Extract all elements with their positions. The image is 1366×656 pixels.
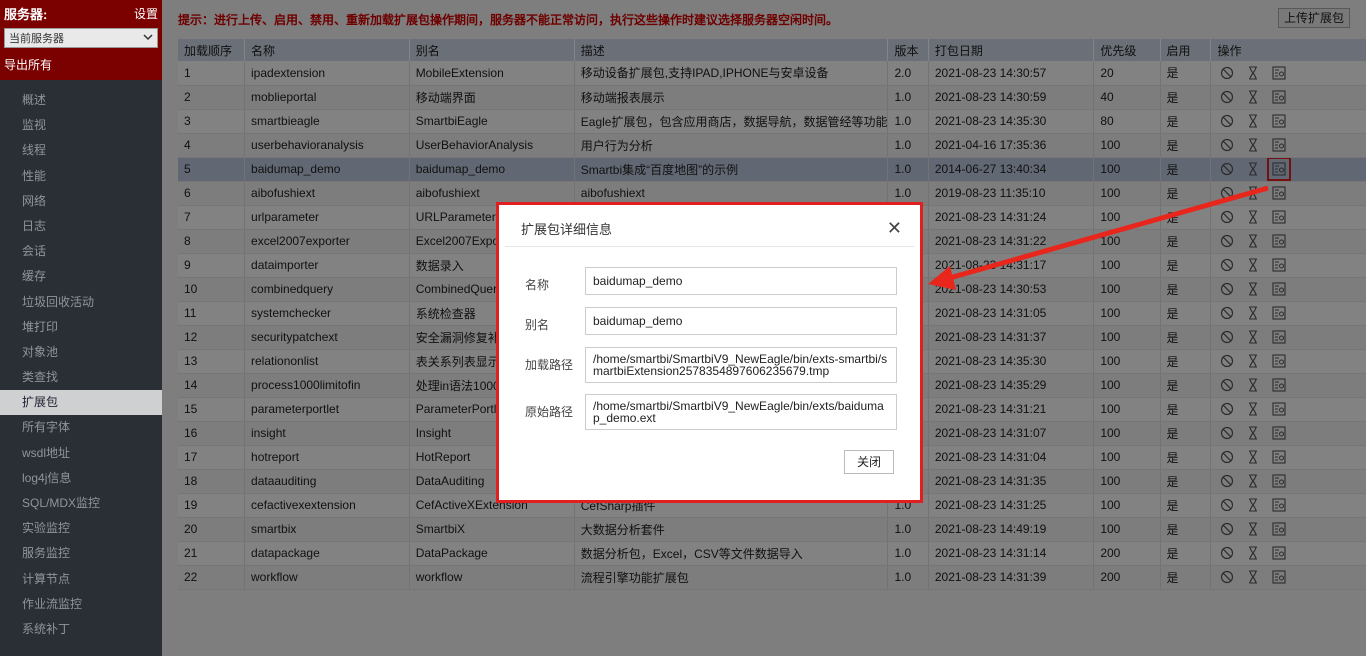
original-path-label: 原始路径 bbox=[525, 405, 574, 419]
name-label: 名称 bbox=[525, 278, 550, 292]
sidebar-item[interactable]: 扩展包 bbox=[0, 390, 162, 416]
sidebar-item[interactable]: 计算节点 bbox=[0, 567, 162, 592]
sidebar-item[interactable]: 概述 bbox=[0, 88, 162, 113]
load-path-field[interactable]: /home/smartbi/SmartbiV9_NewEagle/bin/ext… bbox=[585, 347, 897, 383]
extension-detail-dialog: 扩展包详细信息 ✕ 名称 baidumap_demo 别名 baidumap_d… bbox=[505, 211, 914, 494]
alias-field[interactable]: baidumap_demo bbox=[585, 307, 897, 335]
original-path-field[interactable]: /home/smartbi/SmartbiV9_NewEagle/bin/ext… bbox=[585, 394, 897, 430]
sidebar-item[interactable]: 类查找 bbox=[0, 365, 162, 390]
sidebar-item[interactable]: log4j信息 bbox=[0, 466, 162, 491]
load-path-label: 加载路径 bbox=[525, 358, 574, 372]
sidebar-item[interactable]: 所有字体 bbox=[0, 415, 162, 440]
close-icon[interactable]: ✕ bbox=[887, 218, 902, 239]
sidebar-item[interactable]: 日志 bbox=[0, 214, 162, 239]
sidebar-item[interactable]: 缓存 bbox=[0, 264, 162, 289]
dialog-title: 扩展包详细信息 bbox=[521, 222, 613, 237]
dialog-highlight-frame: 扩展包详细信息 ✕ 名称 baidumap_demo 别名 baidumap_d… bbox=[496, 202, 923, 503]
sidebar-item[interactable]: 作业流监控 bbox=[0, 592, 162, 617]
sidebar-item[interactable]: 监视 bbox=[0, 113, 162, 138]
sidebar-item[interactable]: 线程 bbox=[0, 138, 162, 163]
server-select[interactable]: 当前服务器 bbox=[4, 28, 158, 48]
sidebar-item[interactable]: 性能 bbox=[0, 164, 162, 189]
sidebar-item[interactable]: 垃圾回收活动 bbox=[0, 290, 162, 315]
sidebar-item[interactable]: 系统补丁 bbox=[0, 617, 162, 642]
settings-link[interactable]: 设置 bbox=[134, 5, 158, 22]
server-panel: 服务器: 设置 当前服务器 导出所有 bbox=[0, 0, 162, 80]
sidebar-item[interactable]: 实验监控 bbox=[0, 516, 162, 541]
alias-label: 别名 bbox=[525, 318, 550, 332]
chevron-down-icon bbox=[143, 32, 153, 45]
sidebar-item[interactable]: 堆打印 bbox=[0, 315, 162, 340]
server-title: 服务器: bbox=[4, 6, 48, 22]
sidebar-nav: 概述 监视 线程 性能 网络 日志 会话 缓存 垃圾回收活动 堆打印 对象池 类查找 扩展包 所有字体 ws… bbox=[0, 80, 162, 642]
sidebar-item[interactable]: wsdl地址 bbox=[0, 441, 162, 466]
server-select-value: 当前服务器 bbox=[9, 33, 64, 45]
export-all-link[interactable]: 导出所有 bbox=[4, 56, 158, 73]
sidebar-item[interactable]: 会话 bbox=[0, 239, 162, 264]
sidebar: 服务器: 设置 当前服务器 导出所有 概述 监视 线程 性能 网络 日志 会话 缓存 垃圾回收活… bbox=[0, 0, 162, 656]
sidebar-item[interactable]: SQL/MDX监控 bbox=[0, 491, 162, 516]
sidebar-item[interactable]: 网络 bbox=[0, 189, 162, 214]
name-field[interactable]: baidumap_demo bbox=[585, 267, 897, 295]
sidebar-item[interactable]: 服务监控 bbox=[0, 541, 162, 566]
dialog-close-button[interactable]: 关闭 bbox=[843, 450, 894, 474]
sidebar-item[interactable]: 对象池 bbox=[0, 340, 162, 365]
